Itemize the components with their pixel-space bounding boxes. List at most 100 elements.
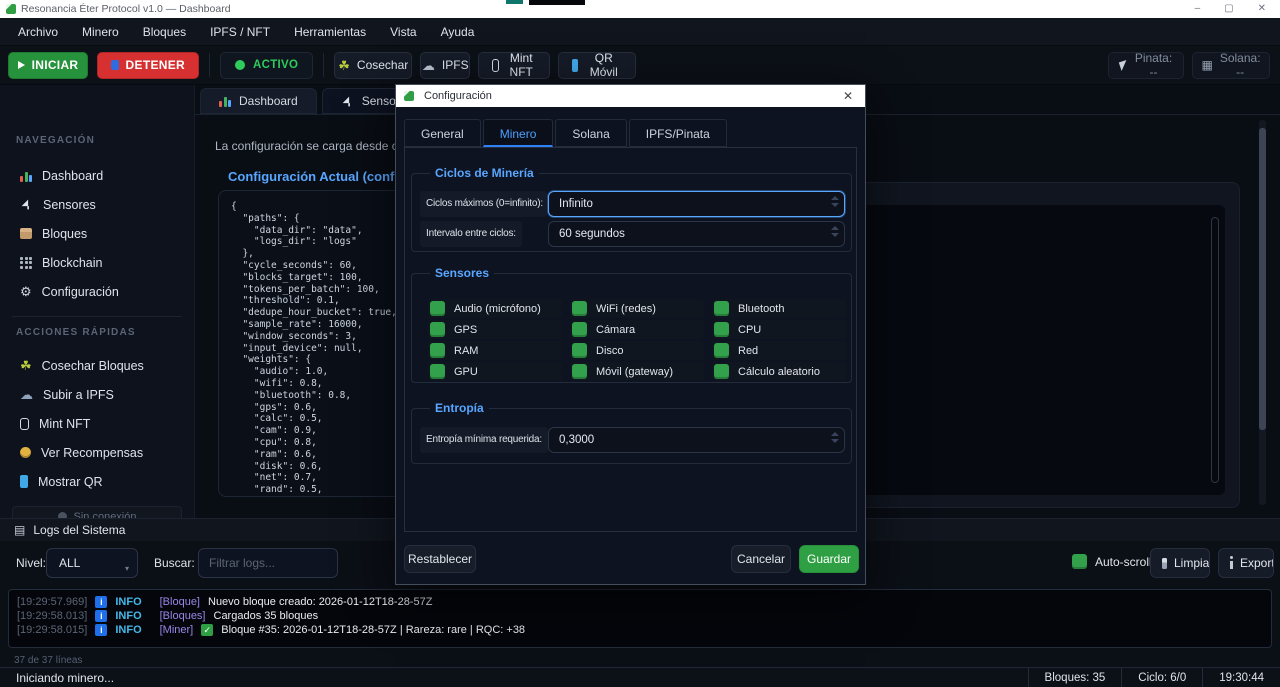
sensor-row-gpu[interactable]: GPU <box>428 362 562 381</box>
qr-movil-button[interactable]: QR Móvil <box>558 52 636 79</box>
action-subir-a-ipfs[interactable]: ☁ Subir a IPFS <box>0 380 194 409</box>
sensor-row-gps[interactable]: GPS <box>428 320 562 339</box>
menu-vista[interactable]: Vista <box>380 18 426 46</box>
checkbox-checked[interactable] <box>714 364 729 379</box>
spinner-arrows[interactable] <box>831 226 839 237</box>
checkbox-checked[interactable] <box>714 301 729 316</box>
dialog-titlebar: Configuración ✕ <box>396 85 865 107</box>
log-filter-input[interactable] <box>198 548 338 578</box>
dialog-tab-pane: Ciclos de Minería Ciclos máximos (0=infi… <box>404 147 857 532</box>
sidebar-item-sensores[interactable]: Sensores <box>0 190 194 219</box>
sensor-row-wifi[interactable]: WiFi (redes) <box>570 299 704 318</box>
pinata-status-button[interactable]: Pinata: -- <box>1108 52 1184 79</box>
status-bloques: Bloques: 35 <box>1028 668 1122 687</box>
sensor-row-camara[interactable]: Cámara <box>570 320 704 339</box>
autoscroll-checkbox[interactable] <box>1072 554 1087 569</box>
window-scrollbar-thumb[interactable] <box>1259 128 1266 430</box>
configuracion-dialog: Configuración ✕ General Minero Solana IP… <box>395 84 866 585</box>
intervalo-spinbox[interactable]: 60 segundos <box>548 221 845 247</box>
menu-herramientas[interactable]: Herramientas <box>284 18 376 46</box>
entropia-label: Entropía mínima requerida: <box>420 427 548 453</box>
dialog-title: Configuración <box>424 90 492 102</box>
minimize-button[interactable]: – <box>1195 0 1201 18</box>
menu-archivo[interactable]: Archivo <box>8 18 68 46</box>
sidebar-item-blockchain[interactable]: Blockchain <box>0 248 194 277</box>
dialog-tab-solana[interactable]: Solana <box>555 119 626 147</box>
limpiar-button[interactable]: Limpiar <box>1150 548 1210 578</box>
spinner-arrows[interactable] <box>831 432 839 443</box>
sidebar-item-dashboard[interactable]: Dashboard <box>0 161 194 190</box>
app-window: Resonancia Éter Protocol v1.0 — Dashboar… <box>0 0 1280 687</box>
close-button[interactable]: ✕ <box>1258 0 1266 18</box>
log-level-dropdown[interactable]: ALL ▾ <box>46 548 138 578</box>
checkbox-checked[interactable] <box>714 343 729 358</box>
sidebar-item-configuracion[interactable]: ⚙ Configuración <box>0 277 194 306</box>
checkbox-checked[interactable] <box>572 301 587 316</box>
dialog-tab-general[interactable]: General <box>404 119 481 147</box>
export-button[interactable]: Export <box>1218 548 1274 578</box>
sensor-row-cpu[interactable]: CPU <box>712 320 846 339</box>
play-icon <box>18 61 25 69</box>
ciclos-maximos-spinbox[interactable]: Infinito <box>548 191 845 217</box>
restablecer-button[interactable]: Restablecer <box>404 545 476 573</box>
action-cosechar-bloques[interactable]: ☘ Cosechar Bloques <box>0 351 194 380</box>
menu-bloques[interactable]: Bloques <box>133 18 196 46</box>
panel-scrollbar[interactable] <box>1211 217 1219 483</box>
menu-ipfs-nft[interactable]: IPFS / NFT <box>200 18 280 46</box>
dialog-close-button[interactable]: ✕ <box>839 85 857 107</box>
spinner-arrows[interactable] <box>831 196 839 207</box>
window-scrollbar[interactable] <box>1259 120 1266 505</box>
checkbox-checked[interactable] <box>430 322 445 337</box>
sensor-row-ram[interactable]: RAM <box>428 341 562 360</box>
checkbox-checked[interactable] <box>430 364 445 379</box>
nivel-label: Nivel: <box>16 556 46 570</box>
dialog-tab-ipfs-pinata[interactable]: IPFS/Pinata <box>629 119 727 147</box>
cloud-icon: ☁ <box>422 59 435 72</box>
solana-status-button[interactable]: ▦ Solana: -- <box>1192 52 1270 79</box>
screen-artifact-teal <box>506 0 523 4</box>
nft-card-icon <box>492 59 499 72</box>
group-sensores: Sensores Audio (micrófono) WiFi (redes) … <box>411 273 852 383</box>
sensor-row-calculo-aleatorio[interactable]: Cálculo aleatorio <box>712 362 846 381</box>
checkbox-checked[interactable] <box>572 322 587 337</box>
tab-dashboard[interactable]: Dashboard <box>200 88 317 114</box>
iniciar-button[interactable]: INICIAR <box>8 52 88 79</box>
ipfs-button[interactable]: ☁ IPFS <box>420 52 470 79</box>
os-titlebar: Resonancia Éter Protocol v1.0 — Dashboar… <box>0 0 1280 18</box>
entropia-spinbox[interactable]: 0,3000 <box>548 427 845 453</box>
sidebar-item-bloques[interactable]: Bloques <box>0 219 194 248</box>
maximize-button[interactable]: ▢ <box>1224 0 1233 18</box>
checkbox-checked[interactable] <box>430 301 445 316</box>
stop-icon <box>111 60 119 70</box>
package-icon <box>20 228 32 239</box>
sensor-row-disco[interactable]: Disco <box>570 341 704 360</box>
sensor-row-audio[interactable]: Audio (micrófono) <box>428 299 562 318</box>
dialog-tab-minero[interactable]: Minero <box>483 119 554 147</box>
sensor-row-red[interactable]: Red <box>712 341 846 360</box>
action-mint-nft[interactable]: Mint NFT <box>0 409 194 438</box>
blockchain-icon <box>20 257 32 269</box>
detener-button[interactable]: DETENER <box>97 52 199 79</box>
sensor-row-movil[interactable]: Móvil (gateway) <box>570 362 704 381</box>
sensor-row-bluetooth[interactable]: Bluetooth <box>712 299 846 318</box>
toolbar: INICIAR DETENER ACTIVO ☘ Cosechar ☁ IPFS… <box>0 46 1280 85</box>
menu-ayuda[interactable]: Ayuda <box>431 18 485 46</box>
status-ciclo: Ciclo: 6/0 <box>1121 668 1202 687</box>
cosechar-button[interactable]: ☘ Cosechar <box>334 52 412 79</box>
menubar: Archivo Minero Bloques IPFS / NFT Herram… <box>0 18 1280 46</box>
harvest-icon: ☘ <box>20 359 32 372</box>
action-ver-recompensas[interactable]: Ver Recompensas <box>0 438 194 467</box>
checkbox-checked[interactable] <box>572 364 587 379</box>
group-ciclos-de-mineria: Ciclos de Minería Ciclos máximos (0=infi… <box>411 173 852 252</box>
menu-minero[interactable]: Minero <box>72 18 129 46</box>
checkbox-checked[interactable] <box>714 322 729 337</box>
checkbox-checked[interactable] <box>430 343 445 358</box>
checkbox-checked[interactable] <box>572 343 587 358</box>
cancelar-button[interactable]: Cancelar <box>731 545 791 573</box>
clipboard-icon: ▤ <box>14 524 25 536</box>
mint-nft-button[interactable]: Mint NFT <box>478 52 550 79</box>
dashboard-chart-icon <box>20 170 32 182</box>
guardar-button[interactable]: Guardar <box>799 545 859 573</box>
nav-section-header: NAVEGACIÓN <box>0 135 194 146</box>
action-mostrar-qr[interactable]: Mostrar QR <box>0 467 194 496</box>
